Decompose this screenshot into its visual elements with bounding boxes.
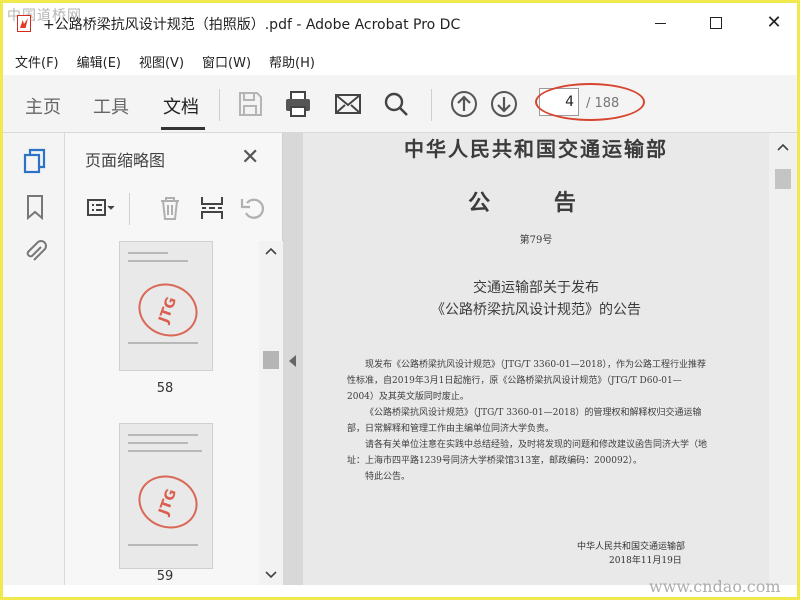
- document-scrollbar[interactable]: [769, 133, 797, 585]
- scrollbar-thumb[interactable]: [263, 351, 279, 369]
- tab-home[interactable]: 主页: [25, 93, 61, 119]
- page-up-icon[interactable]: [449, 89, 479, 119]
- acrobat-app-icon: [17, 15, 31, 32]
- doc-paragraph: 特此公告。: [365, 472, 411, 482]
- doc-signature: 中华人民共和国交通运输部: [577, 542, 686, 552]
- app-window: 中国道桥网 +公路桥梁抗风设计规范（拍照版）.pdf - Adobe Acrob…: [0, 0, 800, 600]
- document-area: 中华人民共和国交通运输部 公 告 第79号 交通运输部关于发布 《公路桥梁抗风设…: [283, 133, 797, 585]
- thumbnail-options-icon[interactable]: [85, 193, 115, 223]
- save-icon[interactable]: [235, 89, 265, 119]
- search-icon[interactable]: [381, 89, 411, 119]
- doc-body: 现发布《公路桥梁抗风设计规范》（JTG/T 3360-01—2018），作为公路…: [347, 357, 707, 485]
- menu-file[interactable]: 文件(F): [15, 52, 59, 71]
- thumb-text-line: [128, 434, 198, 436]
- doc-subject-line-1: 交通运输部关于发布: [473, 280, 599, 296]
- maximize-button[interactable]: [693, 3, 739, 43]
- thumb-text-line: [128, 544, 198, 546]
- thumbnail-scrollbar[interactable]: [259, 241, 283, 585]
- pdf-page: 中华人民共和国交通运输部 公 告 第79号 交通运输部关于发布 《公路桥梁抗风设…: [303, 133, 769, 585]
- scroll-up-icon[interactable]: [265, 247, 277, 255]
- panel-title: 页面缩略图: [85, 151, 166, 170]
- tab-document[interactable]: 文档: [163, 93, 199, 119]
- doc-date: 2018年11月19日: [609, 556, 682, 566]
- delete-page-icon[interactable]: [155, 193, 185, 223]
- page-down-icon[interactable]: [489, 89, 519, 119]
- attachment-icon[interactable]: [21, 237, 49, 265]
- title-bar: 中国道桥网 +公路桥梁抗风设计规范（拍照版）.pdf - Adobe Acrob…: [3, 3, 797, 43]
- panel-toolbar-divider: [129, 193, 130, 225]
- doc-type: 公 告: [468, 190, 604, 216]
- thumb-text-line: [128, 342, 198, 344]
- menu-window[interactable]: 窗口(W): [202, 52, 251, 71]
- page-thumbnails-icon[interactable]: [21, 147, 49, 175]
- rotate-page-icon[interactable]: [239, 193, 269, 223]
- thumb-text-line: [128, 260, 188, 262]
- jtg-stamp: JTG: [130, 467, 206, 537]
- panel-toolbar: [85, 193, 281, 225]
- menu-view[interactable]: 视图(V): [139, 52, 184, 71]
- active-tab-indicator: [161, 127, 205, 130]
- doc-number: 第79号: [519, 235, 553, 246]
- doc-paragraph: 《公路桥梁抗风设计规范》（JTG/T 3360-01—2018）的管理权和解释权…: [347, 408, 702, 434]
- close-icon: ✕: [766, 12, 782, 33]
- thumbnail-panel: 页面缩略图 ✕ JTG 58 JTG 59: [65, 133, 283, 585]
- minimize-button[interactable]: [637, 3, 683, 43]
- thumb-text-line: [128, 450, 202, 452]
- doc-subject-line-2: 《公路桥梁抗风设计规范》的公告: [431, 302, 641, 318]
- thumbnail-list: JTG 58 JTG 59: [65, 241, 265, 585]
- doc-paragraph: 现发布《公路桥梁抗风设计规范》（JTG/T 3360-01—2018），作为公路…: [347, 360, 706, 402]
- scroll-down-icon[interactable]: [265, 571, 277, 579]
- thumb-text-line: [128, 442, 188, 444]
- window-title: +公路桥梁抗风设计规范（拍照版）.pdf - Adobe Acrobat Pro…: [43, 17, 461, 33]
- annotation-ellipse: [535, 83, 645, 121]
- watermark-bottom-right: www.cndao.com: [649, 577, 781, 596]
- collapse-panel-icon[interactable]: [289, 355, 296, 367]
- menu-help[interactable]: 帮助(H): [269, 52, 315, 71]
- tab-tools[interactable]: 工具: [93, 93, 129, 119]
- menu-bar: 文件(F) 编辑(E) 视图(V) 窗口(W) 帮助(H): [3, 47, 797, 75]
- menu-edit[interactable]: 编辑(E): [77, 52, 121, 71]
- close-panel-button[interactable]: ✕: [241, 145, 259, 170]
- print-icon[interactable]: [283, 89, 313, 119]
- toolbar-divider: [431, 89, 432, 121]
- scrollbar-thumb[interactable]: [775, 169, 791, 189]
- scroll-up-icon[interactable]: [777, 143, 789, 151]
- toolbar: 主页 工具 文档 登: [3, 75, 797, 192]
- thumbnail-label: 58: [156, 381, 174, 396]
- page-thumbnail[interactable]: JTG: [119, 241, 213, 371]
- bookmark-icon[interactable]: [21, 193, 49, 221]
- toolbar-divider: [219, 89, 220, 121]
- doc-paragraph: 请各有关单位注意在实践中总结经验，及时将发现的问题和修改建议函告同济大学（地址：…: [347, 440, 708, 466]
- minimize-icon: [654, 22, 666, 24]
- page-thumbnail[interactable]: JTG: [119, 423, 213, 569]
- thumb-text-line: [128, 252, 168, 254]
- thumbnail-label: 59: [156, 569, 174, 584]
- navigation-rail: [3, 133, 65, 585]
- jtg-stamp: JTG: [130, 275, 206, 345]
- doc-issuer: 中华人民共和国交通运输部: [404, 137, 668, 161]
- close-window-button[interactable]: ✕: [751, 3, 797, 43]
- insert-page-icon[interactable]: [197, 193, 227, 223]
- email-icon[interactable]: [333, 89, 363, 119]
- maximize-icon: [710, 17, 722, 29]
